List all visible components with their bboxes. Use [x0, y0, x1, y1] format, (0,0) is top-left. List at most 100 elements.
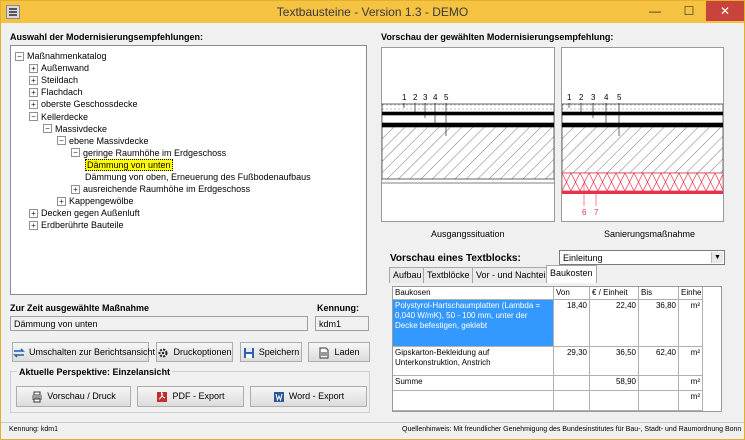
layer-number: 4: [604, 93, 609, 102]
tab-vor-und-nachteile[interactable]: Vor - und Nachteile: [472, 267, 557, 283]
preview-print-button[interactable]: Vorschau / Druck: [16, 386, 131, 407]
table-cell: 18,40: [554, 300, 590, 347]
table-cell: m²: [679, 300, 703, 347]
tree-expander[interactable]: +: [29, 220, 38, 230]
tree-expander[interactable]: +: [57, 196, 66, 206]
tree-node[interactable]: Decken gegen Außenluft: [41, 207, 140, 219]
tree-expander[interactable]: −: [15, 51, 24, 61]
tree-node-label: ausreichende Raumhöhe im Erdgeschoss: [83, 184, 251, 195]
table-cell: 22,40: [590, 300, 639, 347]
before-section-drawing: 1 2 3 4 5: [381, 93, 555, 184]
tab-baukosten[interactable]: Baukosten: [546, 265, 597, 283]
tree-node-label: Kellerdecke: [41, 111, 89, 122]
tree-node-label: oberste Geschossdecke: [41, 99, 138, 110]
table-header-cell: Bis: [639, 287, 679, 300]
table-cell: m²: [679, 347, 703, 376]
word-icon: [273, 391, 284, 402]
tree-node-label: Steildach: [41, 75, 79, 86]
tree-node-label: Kappengewölbe: [69, 196, 134, 207]
layer-number-red: 7: [594, 208, 599, 217]
table-cell: 29,30: [554, 347, 590, 376]
tree-node-label: Decken gegen Außenluft: [41, 208, 140, 219]
selected-measure-field: Dämmung von unten: [10, 316, 308, 331]
print-options-button[interactable]: Druckoptionen: [156, 342, 233, 362]
layer-number: 1: [402, 93, 407, 102]
pdf-export-button[interactable]: PDF - Export: [137, 386, 244, 407]
table-cell: 58,90: [590, 376, 639, 391]
tree-expander[interactable]: +: [29, 87, 38, 97]
caption-after: Sanierungsmaßnahme: [604, 229, 696, 239]
tree-node[interactable]: Erdberührte Bauteile: [41, 219, 124, 231]
word-export-button[interactable]: Word - Export: [250, 386, 367, 407]
tab-textbloecke[interactable]: Textblöcke: [423, 267, 474, 283]
tree-node[interactable]: Außenwand: [41, 62, 89, 74]
tree-node[interactable]: Dämmung von oben, Erneuerung des Fußbode…: [85, 171, 311, 183]
pdf-icon: [157, 391, 168, 402]
maximize-button[interactable]: ☐: [672, 1, 706, 21]
tree-node-label: Dämmung von unten: [85, 158, 173, 171]
table-header-cell: Von: [554, 287, 590, 300]
tree-expander[interactable]: −: [29, 112, 38, 121]
tree-expander[interactable]: +: [29, 63, 38, 73]
minimize-button[interactable]: —: [638, 1, 672, 21]
tree-expander[interactable]: +: [71, 184, 80, 194]
print-options-label: Druckoptionen: [173, 347, 232, 357]
title-bar: Textbausteine - Version 1.3 - DEMO — ☐ ✕: [1, 1, 744, 23]
tree-node-label: Maßnahmenkatalog: [27, 51, 107, 61]
textblock-select[interactable]: Einleitung ▼: [559, 250, 725, 265]
layer-number: 2: [579, 93, 584, 102]
load-label: Laden: [334, 347, 360, 357]
tree-expander[interactable]: −: [43, 124, 52, 134]
tree-node[interactable]: Steildach: [41, 74, 78, 86]
code-field: kdm1: [315, 316, 369, 331]
textblock-select-value: Einleitung: [563, 253, 603, 263]
tree-node[interactable]: ausreichende Raumhöhe im Erdgeschoss: [83, 183, 250, 195]
tree-node[interactable]: Flachdach: [41, 86, 83, 98]
layer-number-red: 6: [582, 208, 587, 217]
table-cell: 62,40: [639, 347, 679, 376]
word-export-label: Word - Export: [288, 391, 345, 401]
tree-expander[interactable]: +: [29, 99, 38, 109]
tree-node[interactable]: Maßnahmenkatalog: [27, 50, 107, 62]
tree-node-label: geringe Raumhöhe im Erdgeschoss: [83, 147, 227, 158]
tree-node-label: Dämmung von oben, Erneuerung des Fußbode…: [85, 172, 311, 182]
table-cell: [554, 376, 590, 391]
tree-node[interactable]: ebene Massivdecke: [69, 135, 149, 147]
perspective-label: Aktuelle Perspektive: Einzelansicht: [17, 367, 173, 377]
measure-tree[interactable]: − Maßnahmenkatalog + Außenwand + Steildach + Fl…: [10, 45, 367, 295]
save-button[interactable]: Speichern: [240, 342, 302, 362]
layer-number: 5: [617, 93, 622, 102]
tree-node[interactable]: geringe Raumhöhe im Erdgeschoss: [83, 147, 226, 159]
tree-heading: Auswahl der Modernisierungsempfehlungen:: [10, 32, 204, 42]
tree-node[interactable]: Kellerdecke: [41, 111, 88, 123]
textblock-label: Vorschau eines Textblocks:: [390, 253, 521, 264]
close-button[interactable]: ✕: [706, 1, 744, 21]
layer-number: 2: [413, 93, 418, 102]
tree-node[interactable]: Massivdecke: [55, 123, 107, 135]
tree-node[interactable]: Kappengewölbe: [69, 195, 134, 207]
tree-node-label: Erdberührte Bauteile: [41, 220, 124, 231]
table-header-cell: Einheit: [679, 287, 703, 300]
table-header-cell: Baukosen: [393, 287, 554, 300]
tree-node-label: Flachdach: [41, 87, 83, 98]
tab-aufbau[interactable]: Aufbau: [389, 267, 426, 283]
table-cell: 36,80: [639, 300, 679, 347]
load-button[interactable]: Laden: [308, 342, 370, 362]
tree-expander[interactable]: −: [57, 136, 66, 146]
tree-expander[interactable]: +: [29, 208, 38, 218]
tree-node[interactable]: oberste Geschossdecke: [41, 98, 138, 110]
printer-icon: [32, 391, 43, 403]
status-bar: Kennung: kdm1 Quellenhinweis: Mit freund…: [1, 422, 744, 439]
tree-expander[interactable]: +: [29, 75, 38, 85]
after-diagram: 1 2 3 4 5 6 7: [561, 47, 724, 222]
tree-node[interactable]: Dämmung von unten: [85, 158, 173, 171]
cost-table[interactable]: ▲ ▼ BaukosenVon€ / EinheitBisEinheitPoly…: [392, 286, 722, 412]
switch-report-view-button[interactable]: Umschalten zur Berichtsansicht: [12, 342, 155, 362]
tree-expander[interactable]: −: [71, 148, 80, 158]
layer-number: 5: [444, 93, 449, 102]
code-label: Kennung:: [317, 303, 359, 313]
window-title: Textbausteine - Version 1.3 - DEMO: [276, 5, 469, 19]
table-cell: Gipskarton-Bekleidung auf Unterkonstrukt…: [393, 347, 554, 376]
chevron-down-icon[interactable]: ▼: [711, 252, 723, 263]
preview-heading: Vorschau der gewählten Modernisierungsem…: [381, 32, 614, 42]
